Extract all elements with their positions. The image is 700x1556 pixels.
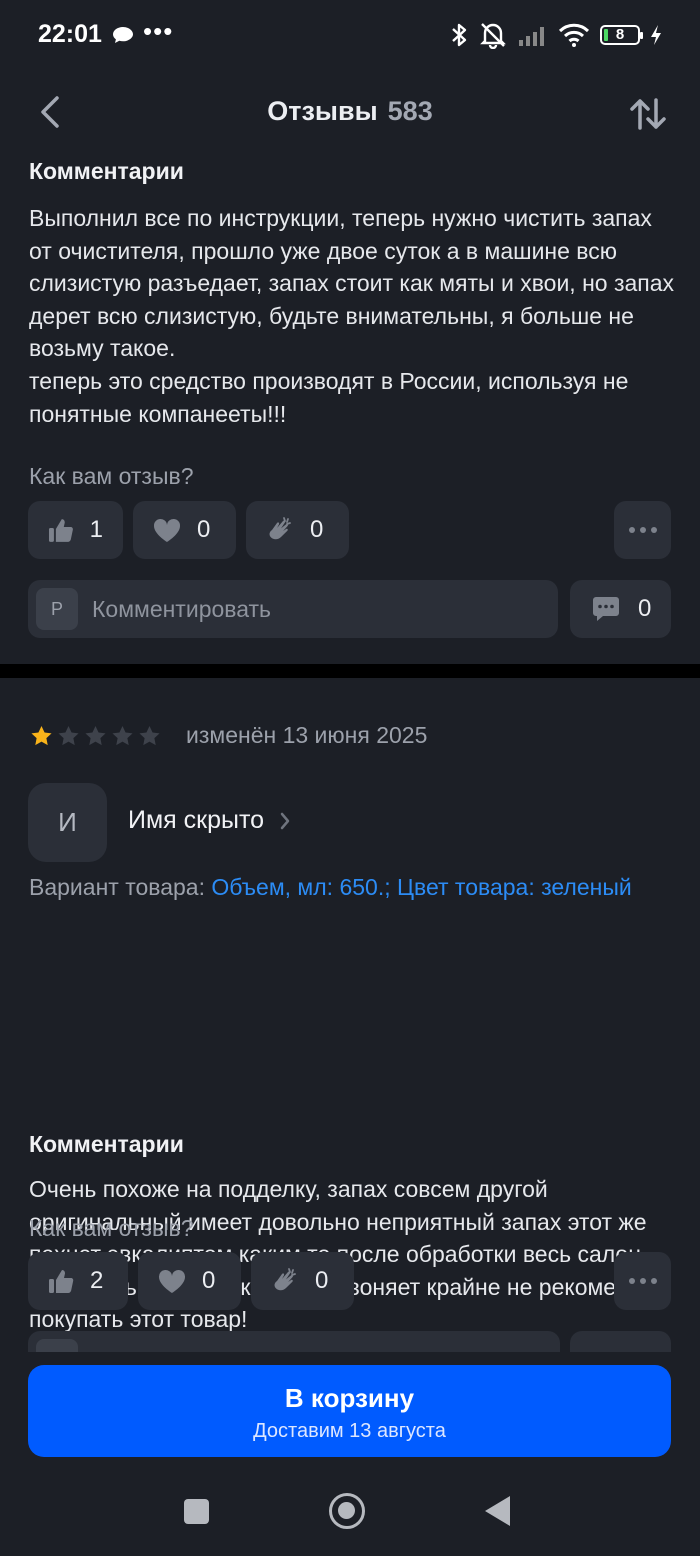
rating-stars (30, 725, 161, 747)
user-avatar: Р (36, 588, 78, 630)
comment-input[interactable]: Р Комментировать (28, 580, 558, 638)
heart-button[interactable]: 0 (138, 1252, 241, 1310)
comments-count: 0 (638, 595, 652, 622)
author-name: Имя скрыто (128, 806, 265, 834)
comments-button[interactable]: 0 (570, 580, 671, 638)
more-options-button[interactable] (614, 1252, 671, 1310)
variant-value[interactable]: Объем, мл: 650.; Цвет товара: зеленый (211, 874, 631, 900)
review-date: изменён 13 июня 2025 (186, 722, 428, 748)
star-empty-icon (112, 725, 133, 746)
user-avatar (36, 1339, 78, 1352)
status-bar: 22:01 ••• 8 (0, 0, 700, 72)
thumbs-up-icon (49, 1270, 74, 1293)
heart-icon (153, 518, 181, 542)
rate-review-question: Как вам отзыв? (29, 1215, 194, 1241)
author-link[interactable]: Имя скрыто (128, 806, 290, 835)
review-divider (0, 664, 700, 678)
clap-count: 0 (310, 516, 324, 543)
delivery-date: Доставим 13 августа (253, 1420, 446, 1442)
like-count: 2 (90, 1267, 104, 1294)
add-to-cart-label: В корзину (284, 1383, 415, 1413)
recent-apps-button[interactable] (184, 1499, 209, 1524)
status-time: 22:01 (38, 20, 102, 48)
chat-bubble-icon (113, 27, 133, 43)
comment-section-title: Комментарии (29, 1131, 184, 1157)
comment-placeholder: Комментировать (92, 595, 272, 622)
star-empty-icon (58, 725, 79, 746)
sort-arrows-icon (630, 98, 666, 130)
star-filled-icon (31, 725, 52, 746)
rate-review-question: Как вам отзыв? (29, 463, 194, 489)
like-button[interactable]: 2 (28, 1252, 128, 1310)
system-nav-bar (0, 1468, 700, 1556)
like-button[interactable]: 1 (28, 501, 123, 559)
page-title: Отзывы 583 (0, 96, 700, 127)
reaction-bar: 1 0 0 (28, 501, 349, 559)
more-dots-icon (628, 527, 657, 533)
system-back-button[interactable] (485, 1496, 510, 1526)
page-title-text: Отзывы (267, 96, 378, 126)
more-dots-icon (628, 1278, 657, 1284)
clapping-hands-icon (269, 517, 291, 540)
review-text: Выполнил все по инструкции, теперь нужно… (29, 205, 675, 427)
wifi-icon (558, 23, 590, 47)
like-count: 1 (89, 516, 103, 543)
clapping-hands-icon (274, 1268, 296, 1291)
charging-icon (651, 25, 661, 45)
reaction-bar: 2 0 0 (28, 1252, 354, 1310)
author-avatar: И (28, 783, 107, 862)
add-to-cart-button[interactable]: В корзину Доставим 13 августа (28, 1365, 671, 1457)
review-card: изменён 13 июня 2025 И Имя скрыто Вариан… (0, 678, 700, 1352)
star-empty-icon (85, 725, 106, 746)
comment-bubble-icon (593, 597, 619, 621)
variant-label: Вариант товара: (29, 874, 212, 900)
more-options-button[interactable] (614, 501, 671, 559)
comments-button[interactable] (570, 1331, 671, 1352)
header: Отзывы 583 (0, 72, 700, 156)
reviews-count: 583 (387, 96, 433, 126)
heart-count: 0 (202, 1267, 216, 1294)
clap-button[interactable]: 0 (246, 501, 349, 559)
more-notifications-icon: ••• (143, 16, 174, 46)
sort-button[interactable] (626, 92, 670, 136)
home-button[interactable] (329, 1493, 365, 1529)
chevron-right-icon (280, 812, 290, 829)
reviews-list[interactable]: Комментарии Выполнил все по инструкции, … (0, 156, 700, 1352)
star-empty-icon (139, 725, 160, 746)
clap-button[interactable]: 0 (251, 1252, 354, 1310)
comment-section-title: Комментарии (29, 158, 184, 184)
muted-bell-icon (480, 23, 506, 49)
heart-icon (158, 1269, 186, 1293)
battery-level: 8 (615, 26, 625, 43)
heart-count: 0 (197, 516, 211, 543)
heart-button[interactable]: 0 (133, 501, 236, 559)
clap-count: 0 (315, 1267, 329, 1294)
product-variant: Вариант товара: Объем, мл: 650.; Цвет то… (29, 871, 669, 904)
thumbs-up-icon (48, 519, 73, 542)
bluetooth-icon (452, 23, 467, 47)
battery-icon: 8 (600, 25, 643, 45)
review-card: Комментарии Выполнил все по инструкции, … (0, 156, 700, 664)
comment-input[interactable] (28, 1331, 560, 1352)
signal-icon (519, 27, 544, 46)
